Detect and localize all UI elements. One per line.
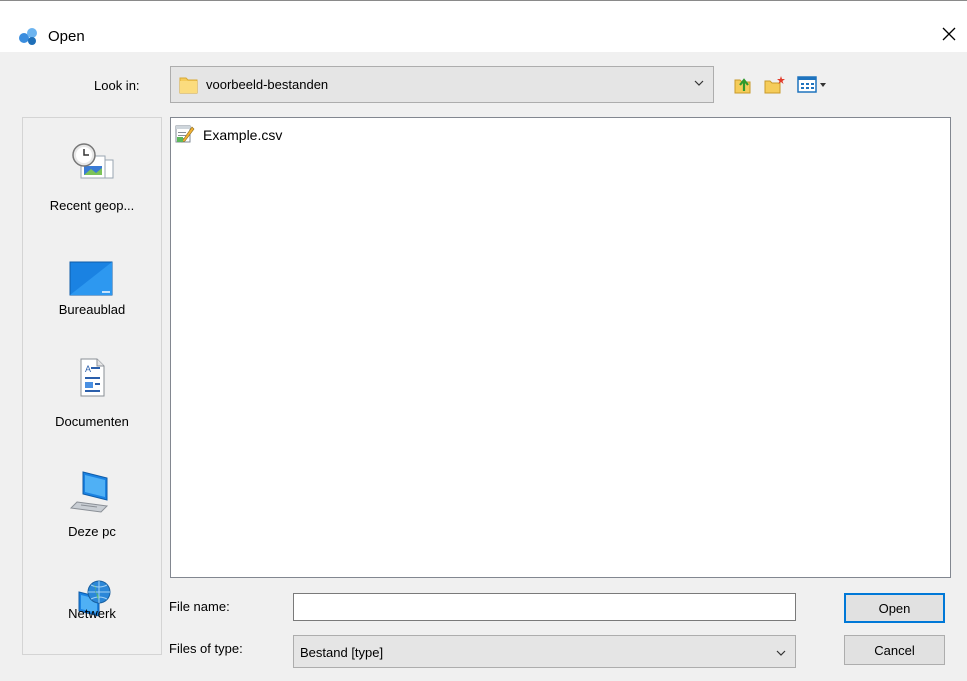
view-menu-icon	[797, 75, 829, 97]
look-in-label: Look in:	[94, 78, 140, 93]
java-app-icon	[17, 25, 39, 47]
cancel-button-label: Cancel	[874, 642, 915, 658]
documents-icon: A	[67, 358, 117, 410]
network-icon	[67, 578, 117, 630]
look-in-combo[interactable]: voorbeeld-bestanden	[170, 66, 714, 103]
place-recent-label: Recent geop...	[49, 198, 135, 213]
place-recent[interactable]: Recent geop...	[23, 138, 161, 238]
open-button-label: Open	[878, 600, 911, 616]
close-button[interactable]	[930, 18, 967, 52]
open-dialog: Open Look in: voorbeeld-bestanden Recent…	[0, 0, 967, 681]
close-icon	[941, 26, 957, 45]
file-name-label: File name:	[169, 599, 230, 614]
folder-icon	[179, 75, 199, 98]
create-new-folder-icon	[764, 75, 786, 98]
chevron-down-icon	[775, 647, 787, 662]
up-one-level-button[interactable]	[733, 76, 753, 96]
dialog-title: Open	[48, 28, 85, 45]
file-item[interactable]: Example.csv	[174, 124, 282, 146]
place-network-label: Netwerk	[68, 606, 116, 621]
place-desktop-label: Bureaublad	[58, 302, 126, 317]
files-of-type-combo[interactable]: Bestand [type]	[293, 635, 796, 668]
view-menu-button[interactable]	[797, 75, 829, 97]
files-of-type-label: Files of type:	[169, 641, 243, 656]
up-one-level-icon	[733, 75, 753, 98]
file-name-input[interactable]	[293, 593, 796, 621]
cancel-button[interactable]: Cancel	[844, 635, 945, 665]
open-button[interactable]: Open	[844, 593, 945, 623]
look-in-value: voorbeeld-bestanden	[206, 77, 329, 92]
chevron-down-icon	[693, 77, 705, 92]
csv-file-icon	[174, 123, 196, 148]
create-new-folder-button[interactable]	[764, 75, 786, 98]
place-network[interactable]: Netwerk	[23, 578, 161, 678]
window-border	[0, 0, 967, 1]
place-desktop[interactable]: Bureaublad	[23, 258, 161, 358]
svg-text:A: A	[85, 364, 91, 374]
place-this-pc-label: Deze pc	[68, 524, 116, 539]
computer-icon	[67, 468, 117, 520]
file-name: Example.csv	[203, 127, 283, 143]
places-bar: Recent geop... Bureaublad A Documenten D…	[22, 117, 162, 655]
place-documents-label: Documenten	[55, 414, 129, 429]
file-list[interactable]: Example.csv	[170, 117, 951, 578]
recent-items-icon	[67, 138, 117, 190]
place-documents[interactable]: A Documenten	[23, 358, 161, 458]
title-bar: Open	[0, 0, 967, 52]
place-this-pc[interactable]: Deze pc	[23, 468, 161, 568]
files-of-type-value: Bestand [type]	[300, 645, 384, 660]
